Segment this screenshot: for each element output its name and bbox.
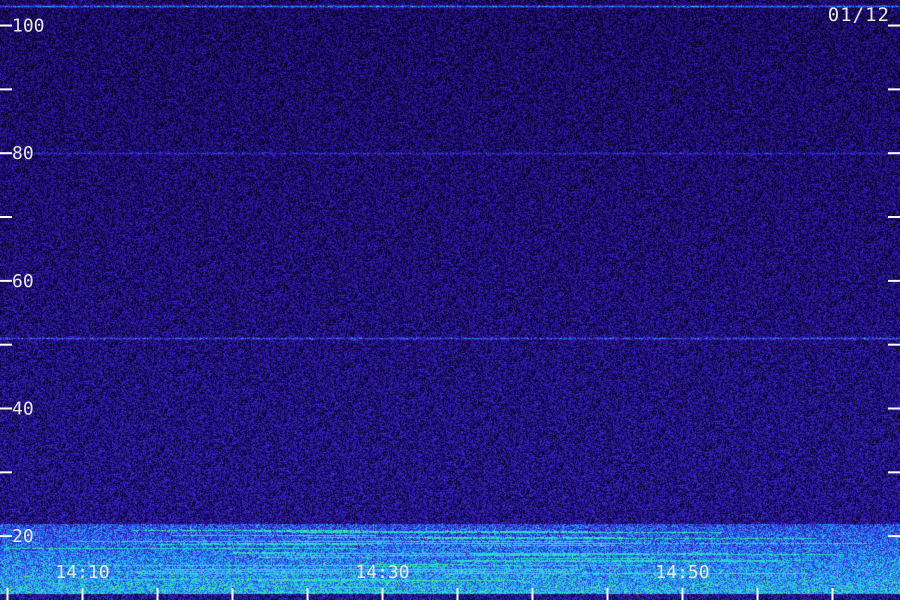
spectrogram-chart: 20 40 60 80 100 14:10 14:30 14:50 01/12 xyxy=(0,0,900,600)
y-tick-label: 60 xyxy=(12,271,34,292)
x-tick-label: 14:30 xyxy=(355,562,409,583)
y-tick-label: 20 xyxy=(12,526,34,547)
x-tick-label: 14:50 xyxy=(655,562,709,583)
axes-overlay: 20 40 60 80 100 14:10 14:30 14:50 xyxy=(0,16,900,600)
y-tick-label: 40 xyxy=(12,399,34,420)
x-tick-label: 14:10 xyxy=(55,562,109,583)
y-tick-label: 100 xyxy=(12,16,45,37)
date-label: 01/12 xyxy=(827,4,890,26)
y-tick-label: 80 xyxy=(12,143,34,164)
